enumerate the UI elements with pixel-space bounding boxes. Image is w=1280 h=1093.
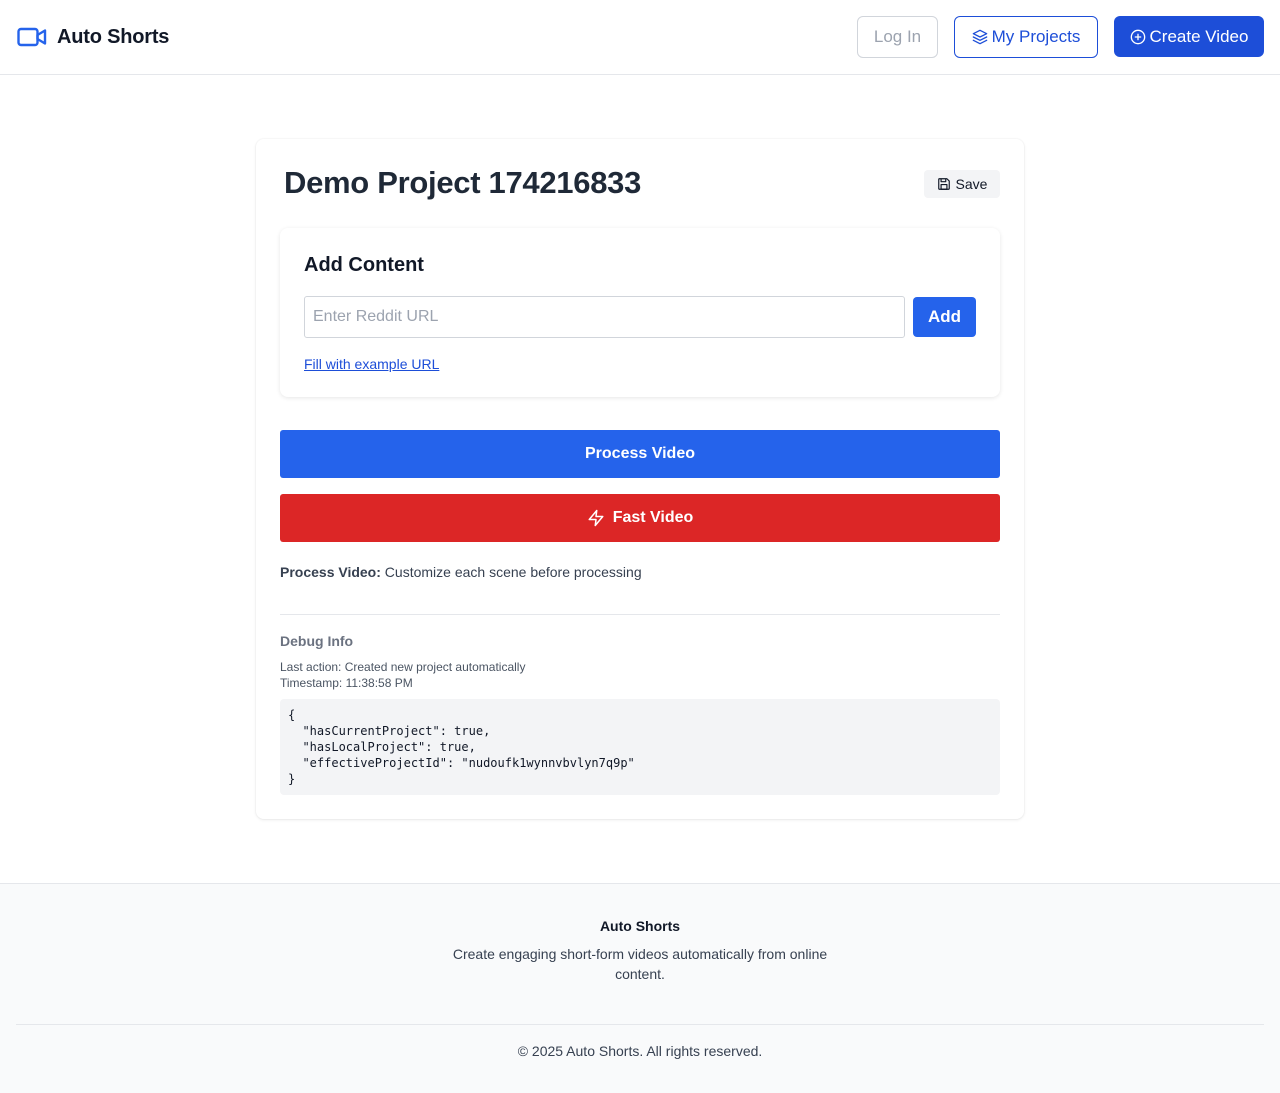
footer-divider [16, 1024, 1264, 1025]
reddit-url-input[interactable] [304, 296, 905, 338]
save-label: Save [955, 176, 988, 192]
brand[interactable]: Auto Shorts [17, 24, 169, 50]
top-navbar: Auto Shorts Log In My Projects Create Vi… [0, 0, 1280, 75]
add-url-button[interactable]: Add [913, 297, 976, 337]
debug-info-title: Debug Info [280, 633, 354, 649]
page-footer: Auto Shorts Create engaging short-form v… [0, 883, 1280, 1093]
footer-copyright: © 2025 Auto Shorts. All rights reserved. [517, 1043, 763, 1059]
create-video-label: Create Video [1149, 26, 1249, 46]
process-video-note: Process Video: Customize each scene befo… [280, 564, 642, 580]
add-label: Add [927, 307, 962, 326]
fast-video-button[interactable]: Fast Video [280, 494, 1000, 542]
plus-circle-icon [1130, 29, 1146, 45]
debug-last-action: Last action: Created new project automat… [280, 660, 526, 674]
debug-json-block: { "hasCurrentProject": true, "hasLocalPr… [280, 699, 1000, 795]
process-video-label: Process Video [585, 445, 695, 462]
my-projects-label: My Projects [991, 27, 1081, 46]
layers-icon [972, 29, 988, 45]
save-button[interactable]: Save [924, 170, 1000, 198]
add-content-title: Add Content [304, 254, 424, 276]
process-note-text: Customize each scene before processing [384, 564, 642, 580]
process-note-label: Process Video: [280, 564, 381, 580]
my-projects-button[interactable]: My Projects [954, 16, 1098, 58]
floppy-disk-icon [937, 177, 951, 191]
create-video-button[interactable]: Create Video [1114, 16, 1264, 57]
lightning-icon [587, 508, 605, 528]
fast-video-label: Fast Video [612, 509, 694, 526]
debug-timestamp: Timestamp: 11:38:58 PM [280, 676, 413, 690]
project-card: Demo Project 174216833 Save Add Content … [256, 139, 1024, 819]
process-video-button[interactable]: Process Video [280, 430, 1000, 478]
project-title: Demo Project 174216833 [284, 165, 642, 200]
section-divider [280, 614, 1000, 615]
debug-info-lines: Last action: Created new project automat… [280, 659, 525, 691]
brand-name: Auto Shorts [57, 25, 170, 48]
footer-description: Create engaging short-form videos automa… [452, 946, 828, 982]
login-label: Log In [873, 27, 922, 46]
add-content-panel: Add Content Add Fill with example URL [280, 228, 1000, 397]
login-button[interactable]: Log In [857, 16, 938, 58]
footer-title: Auto Shorts [599, 918, 681, 934]
video-camera-icon [17, 26, 47, 48]
fill-example-url-link[interactable]: Fill with example URL [304, 356, 439, 372]
